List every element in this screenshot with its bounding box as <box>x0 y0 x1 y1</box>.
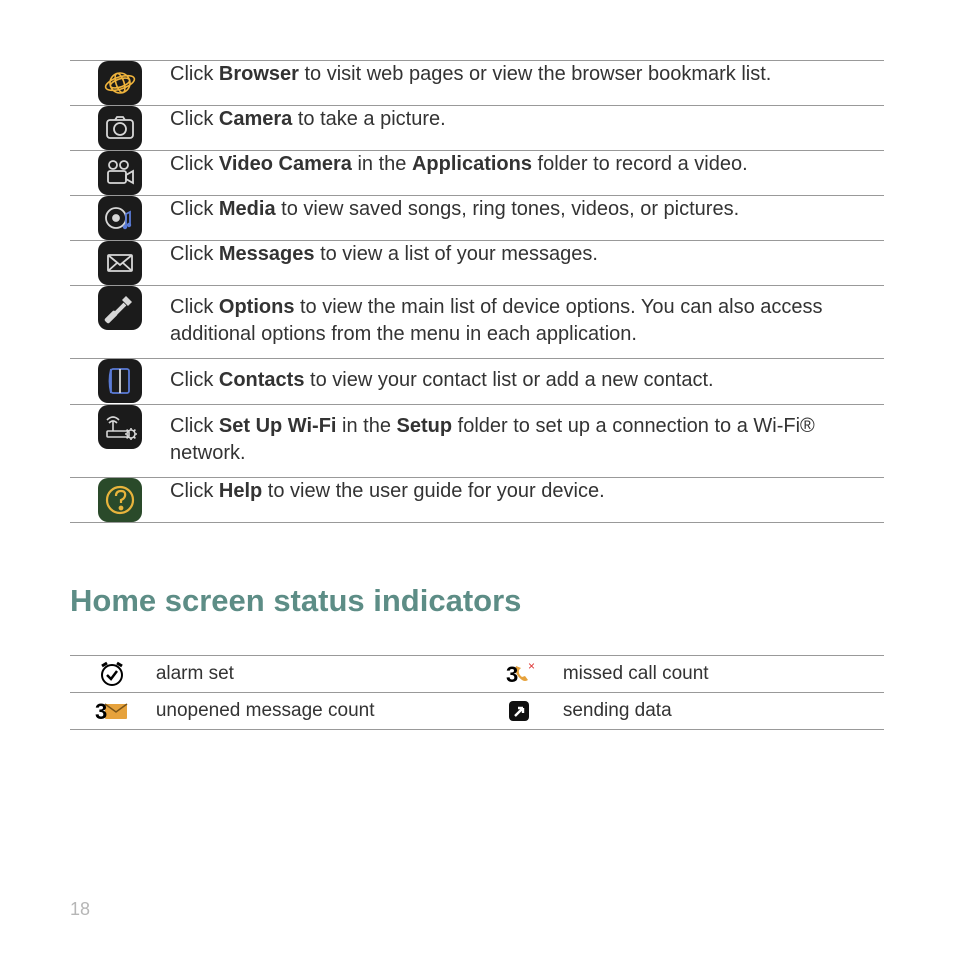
status-label: unopened message count <box>154 693 477 730</box>
text: folder to record a video. <box>532 153 748 175</box>
text-bold: Set Up Wi-Fi <box>219 415 337 437</box>
status-row-1: alarm set 3× missed call count <box>70 656 884 693</box>
text: Click <box>170 480 219 502</box>
row-wifi: Click Set Up Wi-Fi in the Setup folder t… <box>70 405 884 478</box>
messages-icon <box>98 241 142 285</box>
contacts-icon <box>98 359 142 403</box>
status-label: alarm set <box>154 656 477 693</box>
text: to view your contact list or add a new c… <box>304 369 713 391</box>
text: to view saved songs, ring tones, videos,… <box>276 198 740 220</box>
text-bold: Help <box>219 480 262 502</box>
text: Click <box>170 198 219 220</box>
row-camera: Click Camera to take a picture. <box>70 106 884 151</box>
text: Click <box>170 369 219 391</box>
text-bold: Contacts <box>219 369 305 391</box>
row-video-camera: Click Video Camera in the Applications f… <box>70 151 884 196</box>
options-icon <box>98 286 142 330</box>
text-bold: Applications <box>412 153 532 175</box>
text-bold: Video Camera <box>219 153 352 175</box>
text-bold: Media <box>219 198 276 220</box>
help-icon <box>98 478 142 522</box>
row-browser: Click Browser to visit web pages or view… <box>70 61 884 106</box>
video-camera-icon <box>98 151 142 195</box>
status-indicator-table: alarm set 3× missed call count 3 unopene… <box>70 655 884 730</box>
text: in the <box>352 153 412 175</box>
svg-text:3: 3 <box>95 699 107 724</box>
sending-data-icon <box>502 697 536 725</box>
missed-call-icon: 3× <box>502 660 536 688</box>
status-label: sending data <box>561 693 884 730</box>
text: to view a list of your messages. <box>315 243 598 265</box>
text: Click <box>170 108 219 130</box>
text-bold: Camera <box>219 108 292 130</box>
svg-text:×: × <box>528 660 535 673</box>
row-contacts: Click Contacts to view your contact list… <box>70 359 884 405</box>
svg-text:3: 3 <box>506 662 518 687</box>
unopened-message-icon: 3 <box>95 697 129 725</box>
page-number: 18 <box>70 899 90 920</box>
text: Click <box>170 153 219 175</box>
text-bold: Options <box>219 296 295 318</box>
alarm-set-icon <box>95 660 129 688</box>
text: to take a picture. <box>292 108 445 130</box>
wifi-setup-icon <box>98 405 142 449</box>
browser-icon <box>98 61 142 105</box>
status-label: missed call count <box>561 656 884 693</box>
status-row-2: 3 unopened message count sending data <box>70 693 884 730</box>
row-help: Click Help to view the user guide for yo… <box>70 478 884 523</box>
camera-icon <box>98 106 142 150</box>
section-heading: Home screen status indicators <box>70 583 884 619</box>
text: Click <box>170 243 219 265</box>
text: in the <box>336 415 396 437</box>
text: Click <box>170 296 219 318</box>
text-bold: Messages <box>219 243 315 265</box>
row-options: Click Options to view the main list of d… <box>70 286 884 359</box>
apps-icon-table: Click Browser to visit web pages or view… <box>70 60 884 523</box>
media-icon <box>98 196 142 240</box>
row-messages: Click Messages to view a list of your me… <box>70 241 884 286</box>
text: to visit web pages or view the browser b… <box>299 63 771 85</box>
row-media: Click Media to view saved songs, ring to… <box>70 196 884 241</box>
text-bold: Setup <box>397 415 453 437</box>
page: Click Browser to visit web pages or view… <box>0 0 954 954</box>
text: Click <box>170 63 219 85</box>
text: to view the user guide for your device. <box>262 480 604 502</box>
text-bold: Browser <box>219 63 299 85</box>
text: Click <box>170 415 219 437</box>
